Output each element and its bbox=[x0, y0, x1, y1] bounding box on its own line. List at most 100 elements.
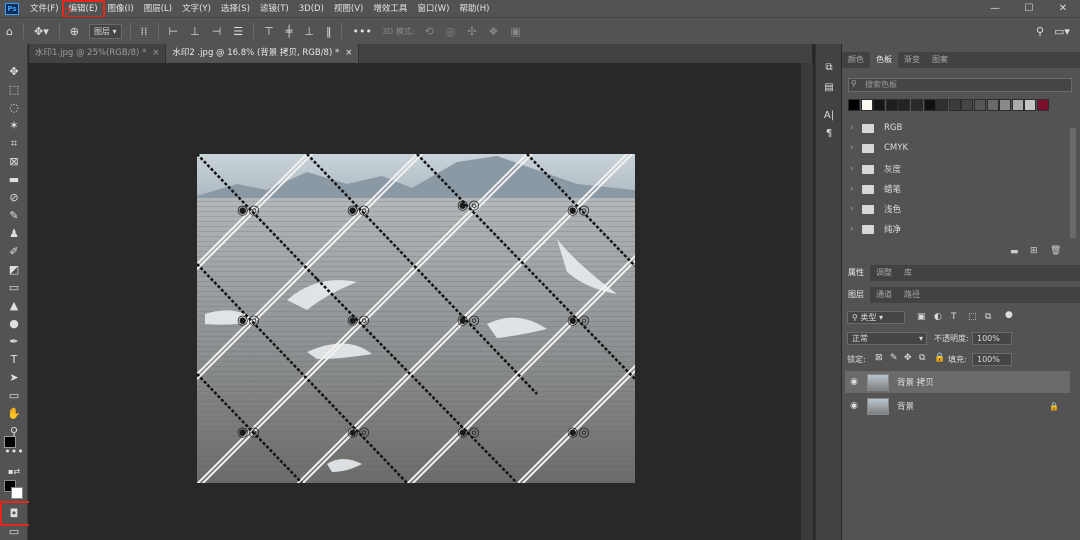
color-swatch[interactable] bbox=[898, 99, 911, 111]
lock-pixels-icon[interactable]: ✎ bbox=[890, 353, 898, 363]
color-swatch[interactable] bbox=[1037, 99, 1049, 111]
eyedropper-tool-icon[interactable]: ▬ bbox=[4, 172, 24, 188]
maximize-button[interactable]: ☐ bbox=[1012, 0, 1046, 17]
menu-filter[interactable]: 滤镜(T) bbox=[255, 2, 294, 16]
color-swatch[interactable] bbox=[923, 99, 936, 111]
align-left-icon[interactable]: ⊢ bbox=[169, 18, 179, 45]
delete-swatch-icon[interactable]: 🗑 bbox=[1050, 246, 1061, 256]
color-swatch[interactable] bbox=[848, 99, 860, 111]
hand-tool-icon[interactable]: ✋ bbox=[4, 406, 24, 422]
eraser-tool-icon[interactable]: ◩ bbox=[4, 262, 24, 278]
menu-window[interactable]: 窗口(W) bbox=[412, 2, 454, 16]
pen-tool-icon[interactable]: ✒ bbox=[4, 334, 24, 350]
more-options-button[interactable]: ••• bbox=[352, 18, 371, 45]
screen-mode-icon[interactable]: ▭ bbox=[4, 524, 24, 540]
document-tab-1[interactable]: 水印1.jpg @ 25%(RGB/8) * × bbox=[29, 44, 167, 63]
filter-type-icon[interactable]: T bbox=[951, 312, 957, 322]
filter-toggle-icon[interactable]: ● bbox=[1005, 310, 1013, 320]
filter-shape-icon[interactable]: ⬚ bbox=[968, 312, 977, 322]
healing-brush-tool-icon[interactable]: ⊘ bbox=[4, 190, 24, 206]
layer-row-background[interactable]: ◉ 背景 🔒 bbox=[845, 395, 1070, 417]
align-bottom-icon[interactable]: ⊥ bbox=[304, 18, 314, 45]
fill-input[interactable]: 100% bbox=[972, 353, 1012, 366]
clone-stamp-tool-icon[interactable]: ♟ bbox=[4, 226, 24, 242]
foreground-color[interactable] bbox=[4, 436, 16, 448]
search-icon[interactable]: ⚲ bbox=[1036, 18, 1044, 45]
menu-image[interactable]: 图像(I) bbox=[103, 2, 139, 16]
marquee-tool-icon[interactable]: ⬚ bbox=[4, 82, 24, 98]
move-tool-icon[interactable]: ✥ bbox=[4, 64, 24, 80]
tab-paths[interactable]: 路径 bbox=[898, 287, 926, 303]
color-swatch[interactable] bbox=[948, 99, 961, 111]
dodge-tool-icon[interactable]: ● bbox=[4, 316, 24, 332]
swatch-folder[interactable]: › 蜡笔 bbox=[850, 180, 1065, 198]
opacity-input[interactable]: 100% bbox=[972, 332, 1012, 345]
tab-channels[interactable]: 通道 bbox=[870, 287, 898, 303]
color-swatch[interactable] bbox=[999, 99, 1012, 111]
lock-transparent-icon[interactable]: ⊠ bbox=[875, 353, 883, 363]
paragraph-panel-icon[interactable]: ¶ bbox=[821, 126, 837, 142]
filter-adjustment-icon[interactable]: ◐ bbox=[934, 312, 942, 322]
color-swatch[interactable] bbox=[873, 99, 886, 111]
lock-position-icon[interactable]: ✥ bbox=[904, 353, 912, 363]
auto-select-target-dropdown[interactable]: 图层 ▾ bbox=[88, 23, 122, 39]
align-middle-icon[interactable]: ╪ bbox=[286, 18, 293, 45]
tab-swatches[interactable]: 色板 bbox=[870, 52, 898, 68]
canvas-vertical-scrollbar[interactable] bbox=[801, 63, 813, 540]
magic-wand-tool-icon[interactable]: ✶ bbox=[4, 118, 24, 134]
character-panel-icon[interactable]: A| bbox=[821, 108, 837, 124]
swatch-folder[interactable]: › RGB bbox=[850, 119, 1065, 137]
workspace-icon[interactable]: ▭▾ bbox=[1054, 18, 1070, 45]
comments-panel-icon[interactable]: ▤ bbox=[821, 80, 837, 96]
align-center-icon[interactable]: ⊥ bbox=[190, 18, 200, 45]
lock-all-icon[interactable]: 🔒 bbox=[934, 353, 945, 363]
new-group-icon[interactable]: ▬ bbox=[1010, 247, 1019, 257]
visibility-eye-icon[interactable]: ◉ bbox=[845, 401, 863, 411]
menu-file[interactable]: 文件(F) bbox=[25, 2, 64, 16]
distribute-vertical-icon[interactable]: ‖ bbox=[326, 18, 332, 45]
brush-tool-icon[interactable]: ✎ bbox=[4, 208, 24, 224]
tab-color[interactable]: 颜色 bbox=[842, 52, 870, 68]
swatch-search-input[interactable]: 搜索色板 bbox=[848, 78, 1072, 92]
tab-layers[interactable]: 图层 bbox=[842, 287, 870, 303]
blend-mode-dropdown[interactable]: 正常 ▾ bbox=[847, 332, 927, 345]
transform-controls-icon[interactable]: ⁞⁞ bbox=[141, 18, 148, 45]
tab-properties[interactable]: 属性 bbox=[842, 265, 870, 281]
swap-colors-icon[interactable]: ▪⇄ bbox=[4, 464, 24, 480]
gradient-tool-icon[interactable]: ▭ bbox=[4, 280, 24, 296]
type-tool-icon[interactable]: T bbox=[4, 352, 24, 368]
color-swatch[interactable] bbox=[885, 99, 898, 111]
align-top-icon[interactable]: ⊤ bbox=[264, 18, 274, 45]
swatch-folder[interactable]: › CMYK bbox=[850, 139, 1065, 157]
lock-artboard-icon[interactable]: ⧉ bbox=[919, 353, 925, 363]
rectangle-tool-icon[interactable]: ▭ bbox=[4, 388, 24, 404]
canvas-area[interactable]: ◉◎ ◉◎ ◉◎ ◉◎ ◉◎ ◉◎ ◉◎ ◉◎ ◉◎ ◉◎ ◉◎ ◉◎ bbox=[29, 63, 801, 540]
tab-libraries[interactable]: 库 bbox=[898, 265, 918, 281]
close-tab-icon[interactable]: × bbox=[345, 48, 352, 58]
move-tool-icon[interactable]: ✥▾ bbox=[34, 18, 49, 45]
minimize-button[interactable]: — bbox=[978, 0, 1012, 17]
color-swatch[interactable] bbox=[911, 99, 923, 111]
frame-tool-icon[interactable]: ⊠ bbox=[4, 154, 24, 170]
color-swatch[interactable] bbox=[961, 99, 974, 111]
history-brush-tool-icon[interactable]: ✐ bbox=[4, 244, 24, 260]
lasso-tool-icon[interactable]: ◌ bbox=[4, 100, 24, 116]
distribute-icon[interactable]: ☰ bbox=[233, 18, 243, 45]
menu-3d[interactable]: 3D(D) bbox=[294, 2, 329, 16]
path-selection-tool-icon[interactable]: ➤ bbox=[4, 370, 24, 386]
layer-row-background-copy[interactable]: ◉ 背景 拷贝 bbox=[845, 371, 1070, 393]
close-window-button[interactable]: ✕ bbox=[1046, 0, 1080, 17]
close-tab-icon[interactable]: × bbox=[152, 48, 159, 58]
menu-layer[interactable]: 图层(L) bbox=[139, 2, 177, 16]
swatch-folder[interactable]: › 灰度 bbox=[850, 160, 1065, 178]
background-color-swatch[interactable] bbox=[11, 487, 23, 499]
new-swatch-icon[interactable]: ⊞ bbox=[1030, 246, 1038, 256]
auto-select-icon[interactable]: ⊕ bbox=[70, 18, 79, 45]
menu-view[interactable]: 视图(V) bbox=[329, 2, 368, 16]
swatch-folder[interactable]: › 纯净 bbox=[850, 220, 1065, 238]
menu-plugins[interactable]: 增效工具 bbox=[368, 2, 412, 16]
color-swatch[interactable] bbox=[860, 99, 873, 111]
swatch-folder[interactable]: › 浅色 bbox=[850, 200, 1065, 218]
home-icon[interactable]: ⌂ bbox=[6, 18, 13, 45]
history-panel-icon[interactable]: ⧉ bbox=[821, 60, 837, 76]
